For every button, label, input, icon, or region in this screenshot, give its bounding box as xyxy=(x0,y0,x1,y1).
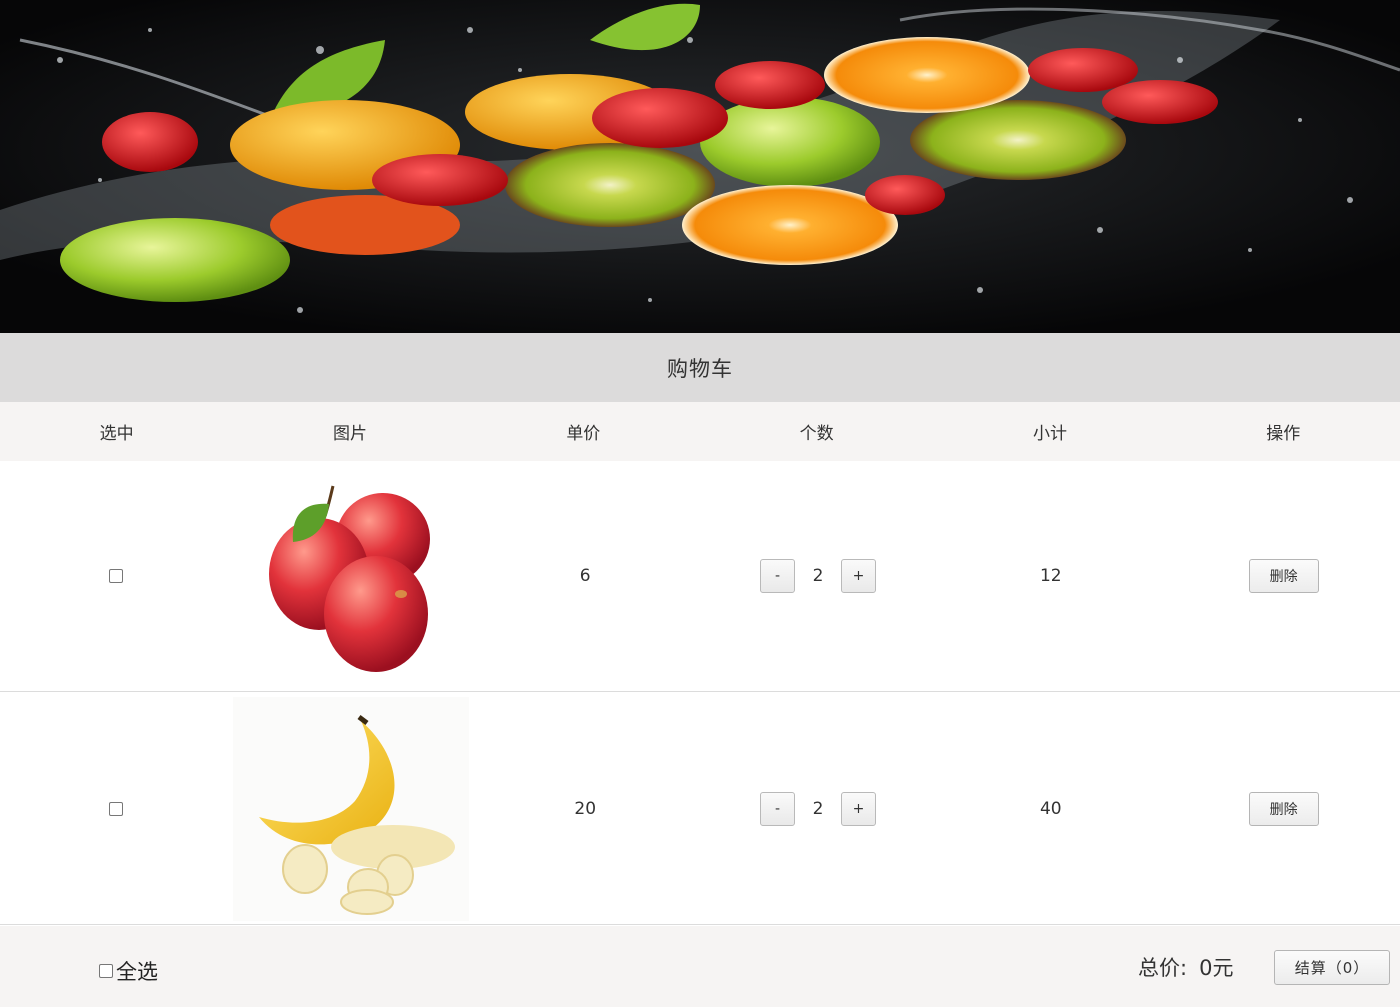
table-row: 20 - 2 + 40 删除 xyxy=(0,693,1400,925)
column-header-subtotal: 小计 xyxy=(1032,424,1067,444)
quantity-stepper: - 2 + xyxy=(759,791,876,826)
cart-title-bar: 购物车 xyxy=(0,333,1400,402)
item-checkbox[interactable] xyxy=(109,801,124,816)
quantity-value: 2 xyxy=(812,566,824,586)
subtotal-cell: 12 xyxy=(934,461,1167,691)
column-header-price: 单价 xyxy=(566,424,601,444)
item-checkbox[interactable] xyxy=(109,569,124,583)
subtotal-value: 12 xyxy=(1039,566,1062,586)
select-all[interactable]: 全选 xyxy=(99,956,158,986)
page-title: 购物车 xyxy=(667,356,733,381)
column-header-quantity: 个数 xyxy=(799,424,834,444)
cart-footer: 全选 总价: 0元 结算（0） xyxy=(0,926,1400,1007)
total-label: 总价: xyxy=(1138,956,1188,980)
delete-button[interactable]: 删除 xyxy=(1248,559,1319,593)
column-header-actions: 操作 xyxy=(1266,424,1301,444)
image-cell xyxy=(232,693,469,924)
table-row: 6 - 2 + 12 删除 xyxy=(0,461,1400,692)
column-header-image: 图片 xyxy=(332,424,367,444)
table-header: 选中 图片 单价 个数 小计 操作 xyxy=(0,402,1400,461)
quantity-cell: - 2 + xyxy=(702,693,935,924)
subtotal-cell: 40 xyxy=(934,693,1167,924)
select-all-label: 全选 xyxy=(116,960,158,984)
price-cell: 20 xyxy=(469,693,702,924)
quantity-cell: - 2 + xyxy=(702,461,935,691)
subtotal-value: 40 xyxy=(1039,798,1062,819)
select-cell xyxy=(0,693,233,924)
decrease-button[interactable]: - xyxy=(759,791,795,826)
unit-price: 6 xyxy=(579,566,591,586)
checkout-button[interactable]: 结算（0） xyxy=(1274,950,1390,985)
action-cell: 删除 xyxy=(1167,693,1400,924)
fruit-banner xyxy=(0,0,1400,333)
decrease-button[interactable]: - xyxy=(759,559,795,593)
delete-button[interactable]: 删除 xyxy=(1248,791,1319,826)
column-header-select: 选中 xyxy=(99,424,134,444)
banana-image xyxy=(232,696,469,921)
total-value: 0元 xyxy=(1199,956,1234,980)
image-cell xyxy=(232,461,469,691)
increase-button[interactable]: + xyxy=(840,559,876,593)
quantity-value: 2 xyxy=(812,798,824,819)
increase-button[interactable]: + xyxy=(840,791,876,826)
select-all-checkbox[interactable] xyxy=(99,964,113,978)
price-cell: 6 xyxy=(469,461,702,691)
select-cell xyxy=(0,461,233,691)
unit-price: 20 xyxy=(574,798,597,819)
fruit-splash-image xyxy=(0,0,1400,333)
apple-image xyxy=(232,464,469,688)
action-cell: 删除 xyxy=(1167,461,1400,691)
quantity-stepper: - 2 + xyxy=(759,559,876,593)
total-price: 总价: 0元 xyxy=(1138,952,1233,982)
